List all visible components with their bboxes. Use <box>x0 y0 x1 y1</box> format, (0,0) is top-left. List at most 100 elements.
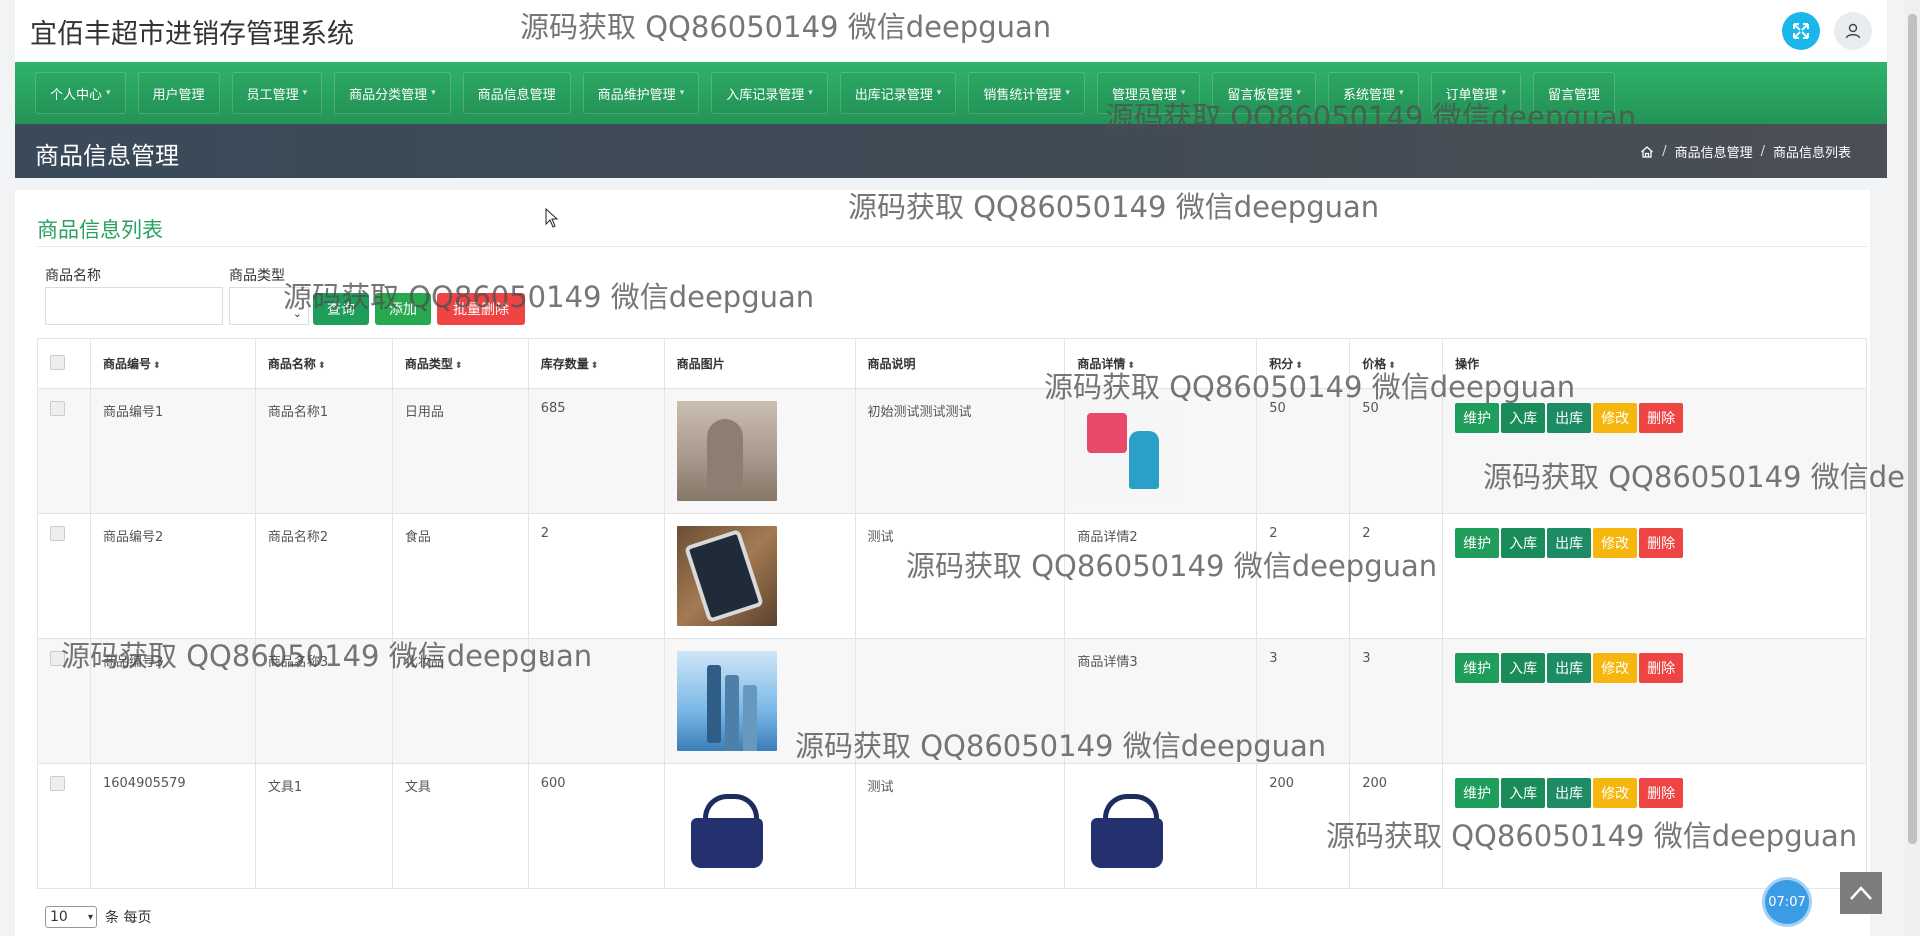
column-header-type[interactable]: 商品类型 ⬍ <box>391 338 529 389</box>
cell-detail <box>1064 388 1258 514</box>
cell-price: 200 <box>1349 763 1444 889</box>
cell-name: 商品名称1 <box>254 388 393 514</box>
column-header-label: 积分 <box>1269 357 1294 371</box>
nav-item-sales-stats[interactable]: 销售统计管理 ▾ <box>968 72 1085 114</box>
add-button[interactable]: 添加 <box>375 293 431 325</box>
row-checkbox[interactable] <box>50 401 65 416</box>
row-checkbox[interactable] <box>50 526 65 541</box>
cell-actions: 维护 入库 出库 修改 删除 <box>1442 513 1867 639</box>
stock-out-button[interactable]: 出库 <box>1547 778 1592 808</box>
column-header-detail[interactable]: 商品详情 ⬍ <box>1064 338 1258 389</box>
user-menu-button[interactable] <box>1834 12 1872 50</box>
search-button[interactable]: 查询 <box>313 293 369 325</box>
cell-points: 200 <box>1256 763 1351 889</box>
column-header-stock[interactable]: 库存数量 ⬍ <box>527 338 665 389</box>
nav-item-product-maintenance[interactable]: 商品维护管理 ▾ <box>582 72 700 114</box>
nav-item-user-management[interactable]: 用户管理 <box>137 72 220 114</box>
nav-item-category-management[interactable]: 商品分类管理 ▾ <box>334 72 451 114</box>
pagination: 10 ▾ 条 每页 <box>45 906 151 928</box>
edit-button[interactable]: 修改 <box>1593 778 1638 808</box>
row-checkbox[interactable] <box>50 651 65 666</box>
delete-button[interactable]: 删除 <box>1639 653 1684 683</box>
nav-item-message-board[interactable]: 留言板管理 ▾ <box>1212 72 1316 114</box>
product-name-label: 商品名称 <box>45 268 101 284</box>
breadcrumb: / 商品信息管理 / 商品信息列表 <box>1640 142 1851 161</box>
cell-price: 3 <box>1349 638 1444 764</box>
maintain-button[interactable]: 维护 <box>1455 528 1500 558</box>
nav-item-product-info[interactable]: 商品信息管理 <box>462 72 571 114</box>
product-image[interactable] <box>676 526 777 626</box>
column-header-name[interactable]: 商品名称 ⬍ <box>254 338 393 389</box>
divider <box>37 246 1867 247</box>
fullscreen-button[interactable] <box>1782 12 1820 50</box>
nav-item-admin-management[interactable]: 管理员管理 ▾ <box>1096 72 1201 114</box>
stock-out-button[interactable]: 出库 <box>1547 403 1592 433</box>
row-checkbox[interactable] <box>50 776 65 791</box>
cell-price: 2 <box>1349 513 1444 639</box>
nav-item-label: 商品分类管理 <box>349 87 428 103</box>
maintain-button[interactable]: 维护 <box>1455 403 1500 433</box>
product-image[interactable] <box>676 776 777 876</box>
caret-down-icon: ▾ <box>1501 88 1507 98</box>
caret-down-icon: ▾ <box>808 88 813 98</box>
stock-in-button[interactable]: 入库 <box>1501 653 1546 683</box>
edit-button[interactable]: 修改 <box>1593 653 1638 683</box>
cell-name: 商品名称3 <box>254 638 393 764</box>
nav-item-personal-center[interactable]: 个人中心 ▾ <box>35 72 126 114</box>
mouse-cursor-icon <box>545 208 559 228</box>
home-icon[interactable] <box>1640 145 1654 159</box>
row-actions: 维护 入库 出库 修改 删除 <box>1455 778 1854 808</box>
maintain-button[interactable]: 维护 <box>1455 653 1500 683</box>
stock-out-button[interactable]: 出库 <box>1547 528 1592 558</box>
nav-item-outbound-records[interactable]: 出库记录管理 ▾ <box>839 72 957 114</box>
edit-button[interactable]: 修改 <box>1593 403 1638 433</box>
card-title: 商品信息列表 <box>37 218 163 242</box>
vertical-scrollbar[interactable] <box>1905 0 1920 936</box>
chevron-up-icon <box>1850 886 1872 900</box>
stock-in-button[interactable]: 入库 <box>1501 778 1546 808</box>
cell-description: 初始测试测试测试 <box>854 388 1066 514</box>
cell-image <box>663 513 856 639</box>
cell-code: 商品编号2 <box>89 513 256 639</box>
column-header-code[interactable]: 商品编号 ⬍ <box>89 338 256 389</box>
product-image[interactable] <box>676 651 777 751</box>
page-size-value: 10 <box>50 909 68 925</box>
stock-in-button[interactable]: 入库 <box>1501 403 1546 433</box>
nav-item-label: 留言管理 <box>1548 87 1601 103</box>
maintain-button[interactable]: 维护 <box>1455 778 1500 808</box>
table-row: 商品编号2 商品名称2 食品 2 测试 商品详情2 2 2 维护 入库 出库 修… <box>37 513 1867 639</box>
stock-out-button[interactable]: 出库 <box>1547 653 1592 683</box>
nav-item-staff-management[interactable]: 员工管理 ▾ <box>231 72 323 114</box>
breadcrumb-item-product-list: 商品信息列表 <box>1772 146 1851 161</box>
delete-button[interactable]: 删除 <box>1639 403 1684 433</box>
cell-name: 商品名称2 <box>254 513 393 639</box>
product-image[interactable] <box>676 401 777 501</box>
nav-item-order-management[interactable]: 订单管理 ▾ <box>1430 72 1522 114</box>
scrollbar-thumb[interactable] <box>1908 14 1917 844</box>
nav-item-label: 商品信息管理 <box>477 87 556 103</box>
column-header-points[interactable]: 积分 ⬍ <box>1256 338 1351 389</box>
nav-item-inbound-records[interactable]: 入库记录管理 ▾ <box>711 72 828 114</box>
stock-in-button[interactable]: 入库 <box>1501 528 1546 558</box>
nav-item-message-management[interactable]: 留言管理 <box>1533 72 1616 114</box>
product-type-select[interactable]: ⌄ <box>229 287 309 325</box>
user-icon <box>1845 23 1861 39</box>
delete-button[interactable]: 删除 <box>1639 528 1684 558</box>
breadcrumb-item-product-info[interactable]: 商品信息管理 <box>1675 142 1753 161</box>
column-header-label: 商品类型 <box>404 357 453 371</box>
time-badge[interactable]: 07:07 <box>1765 880 1809 924</box>
column-header-price[interactable]: 价格 ⬍ <box>1349 338 1444 389</box>
column-header-image: 商品图片 <box>663 338 856 389</box>
edit-button[interactable]: 修改 <box>1593 528 1638 558</box>
select-all-checkbox[interactable] <box>50 354 65 370</box>
product-name-input[interactable] <box>45 287 223 325</box>
nav-item-system-management[interactable]: 系统管理 ▾ <box>1327 72 1419 114</box>
delete-button[interactable]: 删除 <box>1639 778 1684 808</box>
batch-delete-button[interactable]: 批量删除 <box>437 293 525 325</box>
cell-code: 1604905579 <box>89 763 256 889</box>
back-to-top-button[interactable] <box>1840 872 1882 914</box>
nav-item-label: 商品维护管理 <box>597 87 676 103</box>
sort-icon: ⬍ <box>1127 361 1135 371</box>
cell-actions: 维护 入库 出库 修改 删除 <box>1442 388 1867 514</box>
page-size-select[interactable]: 10 ▾ <box>45 906 97 928</box>
